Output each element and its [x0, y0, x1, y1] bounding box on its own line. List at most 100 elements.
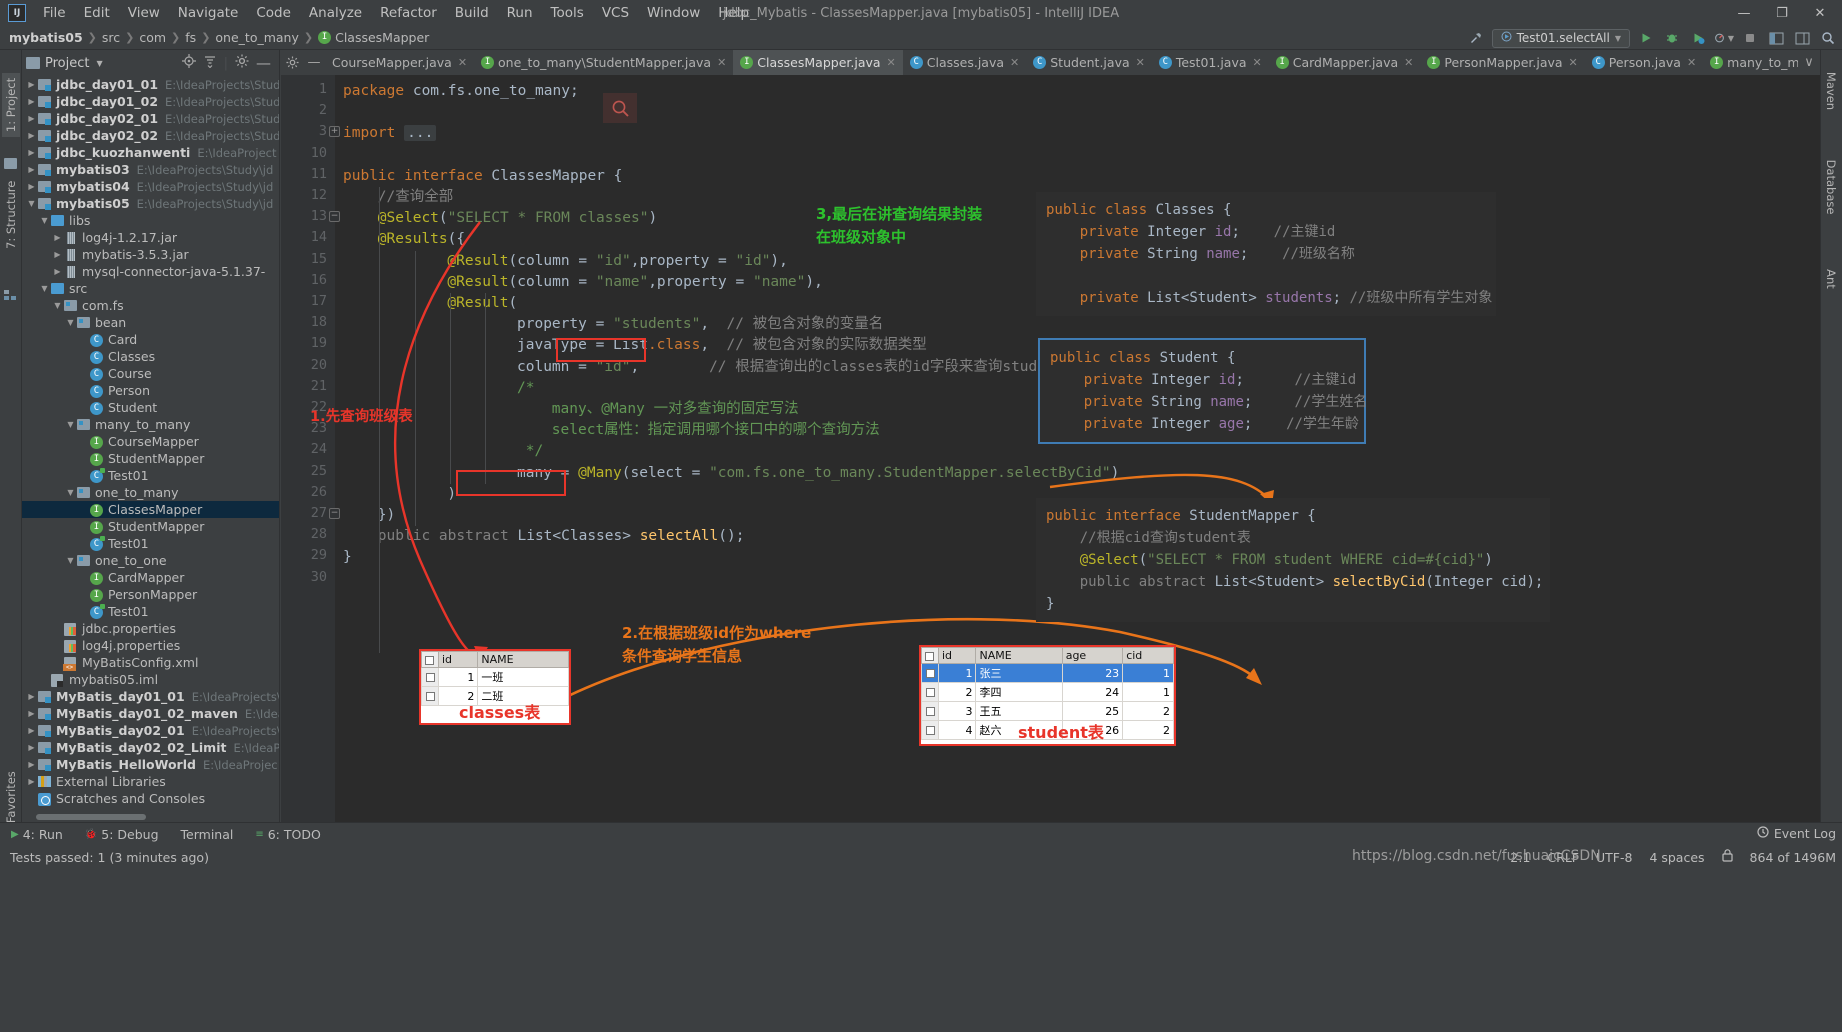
project-horizontal-scrollbar[interactable]: [22, 811, 280, 822]
expand-arrow-icon[interactable]: ▶: [52, 233, 63, 242]
run-button[interactable]: [1636, 28, 1656, 48]
tab-settings-icon[interactable]: [281, 50, 303, 75]
rail-tab-project[interactable]: 1: Project: [2, 73, 20, 137]
breadcrumb-item-src[interactable]: ❯ src: [83, 30, 120, 45]
tree-item-cardmapper[interactable]: ▶ICardMapper: [22, 569, 279, 586]
cell-cid[interactable]: 2: [1122, 720, 1174, 740]
cell-name[interactable]: 一班: [477, 667, 569, 687]
tree-item-mybatis-day02-02-limit[interactable]: ▶ MyBatis_day02_02_Limit E:\IdeaPr: [22, 739, 279, 756]
editor-tab-test01-java[interactable]: C Test01.java ✕: [1152, 50, 1269, 75]
gear-icon[interactable]: [235, 54, 249, 72]
tree-item-test01[interactable]: ▶CTest01: [22, 603, 279, 620]
column-header-age[interactable]: age: [1061, 647, 1124, 664]
tool-window-4-run[interactable]: ▶ 4: Run: [0, 827, 74, 842]
cell-name[interactable]: 李四: [975, 682, 1063, 702]
close-tab-icon[interactable]: ✕: [1010, 56, 1019, 69]
tabs-overflow-icon[interactable]: ∨: [1798, 50, 1820, 75]
menu-analyze[interactable]: Analyze: [300, 3, 371, 23]
breadcrumb-item-one-to-many[interactable]: ❯ one_to_many: [196, 30, 299, 45]
stop-button[interactable]: [1740, 28, 1760, 48]
tool-window-5-debug[interactable]: 🐞 5: Debug: [74, 827, 170, 842]
collapse-arrow-icon[interactable]: ▼: [26, 199, 37, 208]
tree-item-jdbc-day01-01[interactable]: ▶ jdbc_day01_01 E:\IdeaProjects\Stud: [22, 76, 279, 93]
cell-id[interactable]: 2: [937, 682, 977, 702]
expand-arrow-icon[interactable]: ▶: [26, 743, 37, 752]
cell-cid[interactable]: 1: [1122, 682, 1174, 702]
editor-tab-classesmapper-java[interactable]: I ClassesMapper.java ✕: [733, 50, 903, 75]
scrollbar-thumb[interactable]: [36, 814, 146, 820]
column-header-name[interactable]: NAME: [477, 651, 569, 668]
lock-icon[interactable]: [1721, 849, 1733, 865]
tree-item-one-to-many[interactable]: ▼ one_to_many: [22, 484, 279, 501]
cell-age[interactable]: 23: [1061, 663, 1124, 683]
expand-arrow-icon[interactable]: ▶: [26, 131, 37, 140]
tree-item-mybatis-day01-01[interactable]: ▶ MyBatis_day01_01 E:\IdeaProjects\: [22, 688, 279, 705]
cell-cid[interactable]: 2: [1122, 701, 1174, 721]
collapse-all-icon[interactable]: [203, 54, 217, 72]
tree-item-mybatis-day02-01[interactable]: ▶ MyBatis_day02_01 E:\IdeaProjects\: [22, 722, 279, 739]
breadcrumb-item-mybatis05[interactable]: mybatis05: [9, 30, 83, 45]
expand-arrow-icon[interactable]: ▶: [26, 165, 37, 174]
layout-icon[interactable]: [1792, 28, 1812, 48]
close-tab-icon[interactable]: ✕: [1253, 56, 1262, 69]
tree-item-log4j-properties[interactable]: ▶ log4j.properties: [22, 637, 279, 654]
tree-item-com-fs[interactable]: ▼ com.fs: [22, 297, 279, 314]
row-checkbox[interactable]: [921, 701, 939, 721]
cell-id[interactable]: 1: [937, 663, 977, 683]
tree-item-student[interactable]: ▶CStudent: [22, 399, 279, 416]
cell-id[interactable]: 1: [437, 667, 479, 687]
breadcrumb-item-classesmapper[interactable]: ❯ I ClassesMapper: [299, 30, 429, 45]
hide-editor-icon[interactable]: —: [303, 50, 325, 75]
editor-tab-one-to-many-studentmapper-java[interactable]: Ione_to_many\StudentMapper.java ✕: [474, 50, 733, 75]
tree-item-scratches-and-consoles[interactable]: ▶ Scratches and Consoles: [22, 790, 279, 807]
collapse-arrow-icon[interactable]: ▼: [65, 318, 76, 327]
maximize-button[interactable]: ❐: [1764, 1, 1800, 25]
menu-code[interactable]: Code: [247, 3, 300, 23]
editor-tab-coursemapper-java[interactable]: CourseMapper.java ✕: [325, 50, 474, 75]
tree-item-many-to-many[interactable]: ▼ many_to_many: [22, 416, 279, 433]
tree-item-src[interactable]: ▼ src: [22, 280, 279, 297]
expand-arrow-icon[interactable]: ▶: [52, 250, 63, 259]
menu-tools[interactable]: Tools: [542, 3, 593, 23]
event-log-button[interactable]: Event Log: [1757, 826, 1836, 841]
tool-window-terminal[interactable]: Terminal: [170, 827, 245, 842]
menu-file[interactable]: File: [34, 3, 75, 23]
file-encoding[interactable]: UTF-8: [1596, 850, 1632, 865]
tree-item-mybatis04[interactable]: ▶ mybatis04 E:\IdeaProjects\Study\jd: [22, 178, 279, 195]
editor-tab-many-to-many-studentmapp[interactable]: Imany_to_many\StudentMapp: [1703, 50, 1798, 75]
tree-item-test01[interactable]: ▶CTest01: [22, 467, 279, 484]
tree-item-test01[interactable]: ▶CTest01: [22, 535, 279, 552]
tree-item-mybatis05[interactable]: ▼ mybatis05 E:\IdeaProjects\Study\jd: [22, 195, 279, 212]
project-tree[interactable]: ▶ jdbc_day01_01 E:\IdeaProjects\Stud ▶ jdbc_…: [22, 76, 279, 808]
expand-arrow-icon[interactable]: ▶: [26, 148, 37, 157]
hide-panel-icon[interactable]: —: [256, 56, 271, 71]
tree-item-log4j-1-2-17-jar[interactable]: ▶ log4j-1.2.17.jar: [22, 229, 279, 246]
tree-item-card[interactable]: ▶CCard: [22, 331, 279, 348]
close-tab-icon[interactable]: ✕: [887, 56, 896, 69]
cell-name[interactable]: 张三: [975, 663, 1063, 683]
tree-item-mybatis05-iml[interactable]: ▶ mybatis05.iml: [22, 671, 279, 688]
tree-item-jdbc-day02-01[interactable]: ▶ jdbc_day02_01 E:\IdeaProjects\Stud: [22, 110, 279, 127]
row-checkbox[interactable]: [421, 667, 439, 687]
expand-arrow-icon[interactable]: ▶: [26, 726, 37, 735]
cell-id[interactable]: 3: [937, 701, 977, 721]
tree-item-classes[interactable]: ▶CClasses: [22, 348, 279, 365]
rail-tab-ant[interactable]: Ant: [1824, 258, 1838, 300]
tree-item-mybatis-3-5-3-jar[interactable]: ▶ mybatis-3.5.3.jar: [22, 246, 279, 263]
menu-run[interactable]: Run: [498, 3, 542, 23]
close-tab-icon[interactable]: ✕: [1687, 56, 1696, 69]
locate-icon[interactable]: [181, 54, 196, 72]
expand-arrow-icon[interactable]: ▶: [26, 709, 37, 718]
close-tab-icon[interactable]: ✕: [458, 56, 467, 69]
close-tab-icon[interactable]: ✕: [1569, 56, 1578, 69]
tree-item-classesmapper[interactable]: ▶IClassesMapper: [22, 501, 279, 518]
expand-arrow-icon[interactable]: ▶: [26, 692, 37, 701]
cell-age[interactable]: 25: [1061, 701, 1124, 721]
row-checkbox[interactable]: [921, 663, 939, 683]
project-structure-icon[interactable]: [1766, 28, 1786, 48]
tree-item-studentmapper[interactable]: ▶IStudentMapper: [22, 518, 279, 535]
column-header-id[interactable]: id: [937, 647, 977, 664]
close-tab-icon[interactable]: ✕: [717, 56, 726, 69]
close-tab-icon[interactable]: ✕: [1136, 56, 1145, 69]
minimize-button[interactable]: —: [1726, 1, 1762, 25]
